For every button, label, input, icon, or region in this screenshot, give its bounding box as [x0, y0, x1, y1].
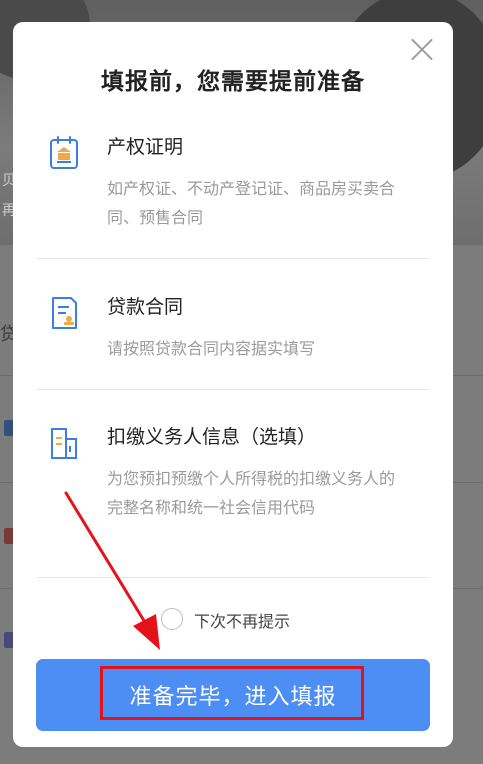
requirement-description: 请按照贷款合同内容据实填写: [107, 339, 316, 358]
ready-to-fill-button-label: 准备完毕，进入填报: [129, 685, 337, 710]
building-icon: [51, 428, 77, 459]
ready-to-fill-button[interactable]: 准备完毕，进入填报: [36, 659, 430, 731]
dialog-title: 填报前，您需要提前准备: [101, 69, 365, 95]
dont-show-again-checkbox[interactable]: [161, 608, 183, 630]
requirement-title: 产权证明: [107, 136, 184, 158]
requirement-title: 扣缴义务人信息（选填）: [107, 426, 317, 448]
preparation-dialog: 填报前，您需要提前准备 产权证明 如产权证、不动产登记证、商品房买卖合同、预售合…: [13, 22, 453, 747]
certificate-icon: [50, 136, 78, 169]
requirement-description: 为您预扣预缴个人所得税的扣缴义务人的完整名称和统一社会信用代码: [107, 469, 396, 517]
divider: [37, 389, 429, 390]
checkbox-label: 下次不再提示: [194, 612, 291, 631]
requirement-title: 贷款合同: [107, 296, 184, 318]
divider: [37, 258, 429, 259]
close-icon[interactable]: [409, 36, 435, 62]
contract-icon: [52, 297, 77, 329]
divider: [37, 577, 429, 578]
requirement-description: 如产权证、不动产登记证、商品房买卖合同、预售合同: [107, 179, 396, 227]
